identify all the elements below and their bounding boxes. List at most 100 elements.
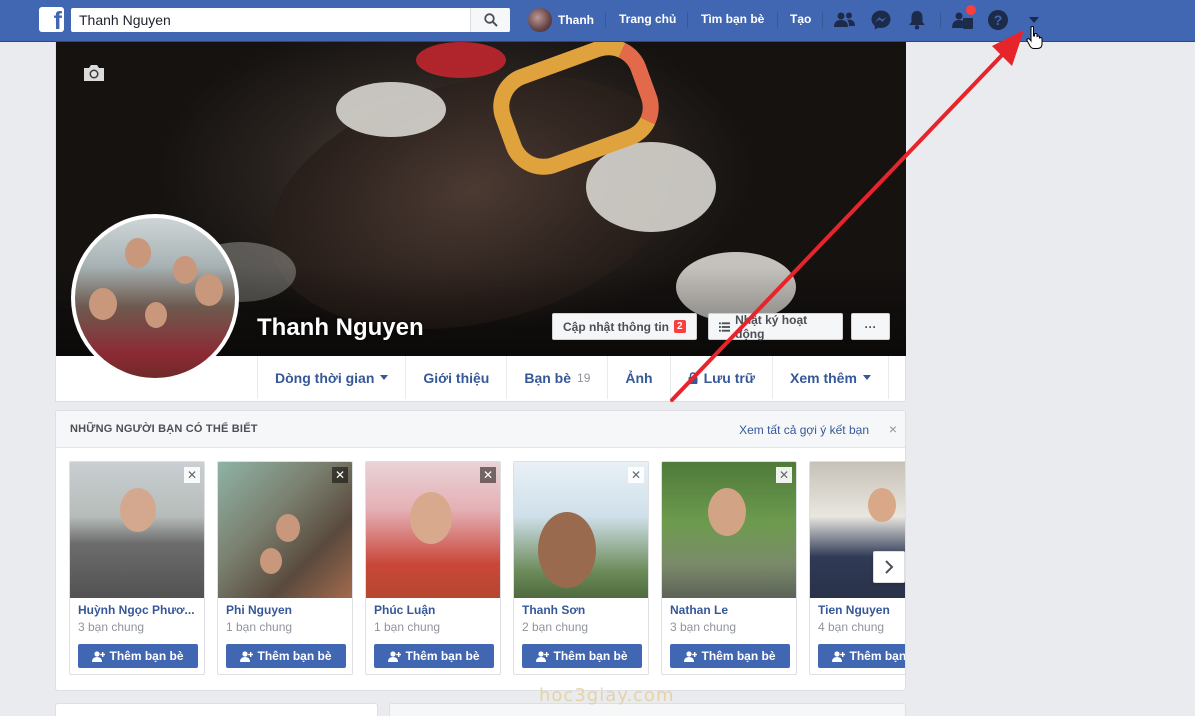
dismiss-suggestion-icon[interactable]: ✕	[628, 467, 644, 483]
pymk-header: NHỮNG NGƯỜI BẠN CÓ THỂ BIẾT Xem tất cả g…	[56, 411, 905, 448]
dismiss-suggestion-icon[interactable]: ✕	[332, 467, 348, 483]
nav-profile-link[interactable]: Thanh	[528, 8, 594, 32]
face-shape	[260, 548, 282, 574]
friend-suggestion-card: ✕ Phúc Luận 1 bạn chung Thêm bạn bè	[365, 461, 501, 675]
suggestion-name[interactable]: Thanh Sơn	[522, 603, 644, 617]
mutual-friends-count[interactable]: 3 bạn chung	[78, 620, 144, 634]
watermark-text: hoc3giay.com	[539, 685, 675, 706]
notifications-bell-icon[interactable]	[906, 9, 928, 31]
face-shape	[120, 488, 156, 532]
profile-name[interactable]: Thanh Nguyen	[257, 314, 424, 342]
add-friend-label: Thêm bạn bè	[405, 649, 480, 663]
mutual-friends-count[interactable]: 4 bạn chung	[818, 620, 884, 634]
add-friend-button[interactable]: Thêm bạn bè	[226, 644, 346, 668]
add-friend-button[interactable]: Thêm bạn bè	[670, 644, 790, 668]
search-icon	[483, 13, 498, 27]
add-friend-label: Thêm bạn bè	[553, 649, 628, 663]
mutual-friends-count[interactable]: 1 bạn chung	[374, 620, 440, 634]
add-friend-icon	[240, 650, 254, 662]
friend-suggestion-card: ✕ Phi Nguyen 1 bạn chung Thêm bạn bè	[217, 461, 353, 675]
activity-log-label: Nhật ký hoạt động	[735, 312, 808, 341]
intro-panel-top	[55, 703, 378, 716]
search-box	[71, 8, 510, 32]
suggestion-photo[interactable]: ✕	[366, 462, 500, 598]
add-friend-icon	[92, 650, 106, 662]
pymk-card-list: ✕ Huỳnh Ngọc Phươ... 3 bạn chung Thêm bạ…	[69, 461, 906, 675]
update-info-button[interactable]: Cập nhật thông tin 2	[552, 313, 697, 340]
avatar	[528, 8, 552, 32]
chevron-down-icon	[380, 375, 389, 380]
friends-count: 19	[577, 370, 591, 385]
more-options-button[interactable]: ···	[851, 313, 890, 340]
suggestion-photo[interactable]: ✕	[218, 462, 352, 598]
cover-photo-cream	[336, 82, 446, 137]
see-all-suggestions-link[interactable]: Xem tất cả gợi ý kết bạn	[739, 423, 869, 437]
face-shape	[145, 302, 167, 328]
add-friend-button[interactable]: Thêm bạn bè	[522, 644, 642, 668]
tab-about[interactable]: Giới thiệu	[405, 356, 506, 399]
suggestion-photo[interactable]: ✕	[662, 462, 796, 598]
account-menu-dropdown-icon[interactable]	[1023, 9, 1045, 31]
face-shape	[195, 274, 223, 306]
add-friend-icon	[536, 650, 550, 662]
suggestion-name[interactable]: Nathan Le	[670, 603, 792, 617]
nav-divider	[777, 12, 778, 28]
suggestion-photo[interactable]: ✕	[70, 462, 204, 598]
profile-tabs: Dòng thời gian Giới thiệu Bạn bè 19 Ảnh …	[257, 356, 889, 400]
add-friend-button[interactable]: Thêm bạn bè	[818, 644, 906, 668]
top-navigation-bar: f Thanh Trang chủ Tìm bạn bè Tạo ?	[0, 0, 1195, 42]
pymk-title: NHỮNG NGƯỜI BẠN CÓ THỂ BIẾT	[70, 423, 258, 435]
quick-help-people-icon[interactable]	[952, 5, 976, 31]
tab-photos[interactable]: Ảnh	[607, 356, 669, 399]
suggestion-name[interactable]: Tien Nguyen	[818, 603, 905, 617]
tab-archive[interactable]: Lưu trữ	[669, 356, 772, 399]
add-friend-icon	[832, 650, 846, 662]
help-question-icon[interactable]: ?	[987, 9, 1009, 31]
notification-dot	[966, 5, 976, 15]
messenger-icon[interactable]	[870, 9, 892, 31]
mutual-friends-count[interactable]: 3 bạn chung	[670, 620, 736, 634]
add-friend-label: Thêm bạn bè	[701, 649, 776, 663]
facebook-logo-icon[interactable]: f	[39, 7, 64, 32]
friend-requests-icon[interactable]	[834, 9, 856, 31]
dismiss-suggestion-icon[interactable]: ✕	[184, 467, 200, 483]
activity-log-button[interactable]: Nhật ký hoạt động	[708, 312, 843, 341]
update-cover-camera-icon[interactable]	[82, 64, 106, 85]
next-suggestions-button[interactable]	[873, 551, 905, 583]
add-friend-label: Thêm bạn bè	[849, 649, 906, 663]
tab-friends[interactable]: Bạn bè 19	[506, 356, 607, 399]
cover-photo-strawberry	[416, 42, 506, 78]
search-button[interactable]	[470, 8, 510, 32]
tab-label: Bạn bè	[524, 369, 572, 386]
tab-timeline[interactable]: Dòng thời gian	[257, 356, 405, 399]
dismiss-suggestion-icon[interactable]: ✕	[480, 467, 496, 483]
nav-create-link[interactable]: Tạo	[790, 12, 811, 26]
tab-label: Xem thêm	[790, 369, 857, 386]
tab-label: Lưu trữ	[703, 369, 755, 386]
search-input[interactable]	[71, 8, 470, 32]
face-shape	[89, 288, 117, 320]
add-friend-icon	[684, 650, 698, 662]
suggestion-name[interactable]: Phúc Luận	[374, 603, 496, 617]
nav-divider	[687, 12, 688, 28]
add-friend-button[interactable]: Thêm bạn bè	[78, 644, 198, 668]
update-info-label: Cập nhật thông tin	[563, 319, 669, 334]
suggestion-name[interactable]: Phi Nguyen	[226, 603, 348, 617]
dismiss-suggestion-icon[interactable]: ✕	[776, 467, 792, 483]
close-icon[interactable]: ×	[889, 421, 897, 437]
face-shape	[173, 256, 197, 284]
friend-suggestion-card: ✕ Huỳnh Ngọc Phươ... 3 bạn chung Thêm bạ…	[69, 461, 205, 675]
tab-more[interactable]: Xem thêm	[772, 356, 889, 399]
profile-picture[interactable]	[71, 214, 239, 382]
mutual-friends-count[interactable]: 1 bạn chung	[226, 620, 292, 634]
add-friend-button[interactable]: Thêm bạn bè	[374, 644, 494, 668]
tab-label: Dòng thời gian	[275, 369, 375, 386]
nav-user-name: Thanh	[558, 13, 594, 27]
nav-home-link[interactable]: Trang chủ	[619, 12, 676, 26]
nav-find-friends-link[interactable]: Tìm bạn bè	[701, 12, 764, 26]
suggestion-name[interactable]: Huỳnh Ngọc Phươ...	[78, 603, 200, 617]
mutual-friends-count[interactable]: 2 bạn chung	[522, 620, 588, 634]
tab-label: Ảnh	[625, 369, 653, 386]
profile-header: Thanh Nguyen Cập nhật thông tin 2 Nhật k…	[55, 42, 906, 402]
suggestion-photo[interactable]: ✕	[514, 462, 648, 598]
